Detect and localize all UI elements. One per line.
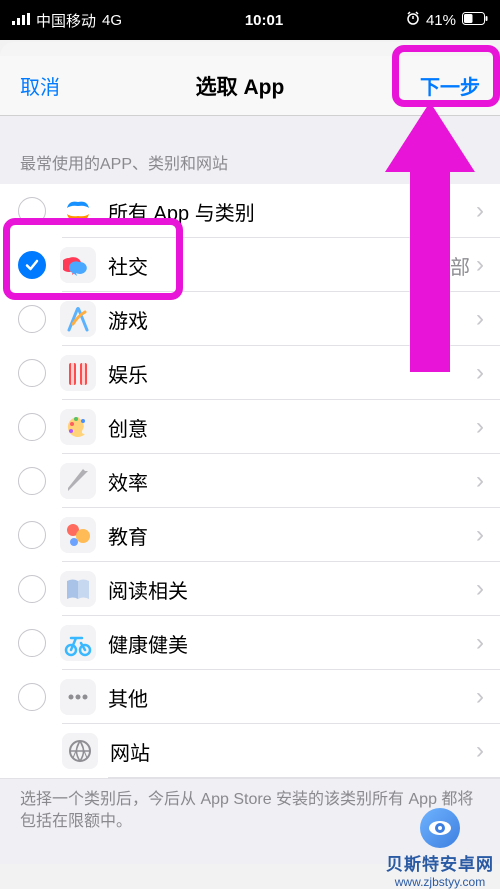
battery-icon [462, 12, 488, 29]
row-label: 所有 App 与类别 [108, 197, 476, 226]
checkbox[interactable] [18, 521, 46, 549]
row-productivity[interactable]: 效率 › [0, 454, 500, 508]
chevron-right-icon: › [476, 413, 484, 441]
entertainment-icon [60, 355, 96, 391]
checkbox[interactable] [18, 413, 46, 441]
chevron-right-icon: › [476, 197, 484, 225]
row-health[interactable]: 健康健美 › [0, 616, 500, 670]
next-button[interactable]: 下一步 [420, 71, 480, 100]
row-label: 创意 [108, 413, 476, 442]
row-detail: 全部 [430, 251, 470, 280]
chevron-right-icon: › [476, 575, 484, 603]
chevron-right-icon: › [476, 521, 484, 549]
checkbox[interactable] [18, 683, 46, 711]
row-games[interactable]: 游戏 › [0, 292, 500, 346]
row-websites[interactable]: 网站 › [0, 724, 500, 778]
apps-icon [60, 193, 96, 229]
row-label: 社交 [108, 251, 430, 280]
row-label: 网站 [110, 737, 476, 766]
network-label: 4G [102, 12, 122, 29]
page-title: 选取 App [196, 71, 285, 101]
checkbox[interactable] [18, 629, 46, 657]
row-label: 阅读相关 [108, 575, 476, 604]
chevron-right-icon: › [476, 737, 484, 765]
reading-icon [60, 571, 96, 607]
chevron-right-icon: › [476, 683, 484, 711]
footer-note: 选择一个类别后，今后从 App Store 安装的该类别所有 App 都将包括在… [0, 778, 500, 864]
chevron-right-icon: › [476, 305, 484, 333]
row-label: 教育 [108, 521, 476, 550]
websites-icon [62, 733, 98, 769]
battery-label: 41% [426, 12, 456, 29]
other-icon [60, 679, 96, 715]
carrier-label: 中国移动 [36, 10, 96, 31]
row-label: 健康健美 [108, 629, 476, 658]
chevron-right-icon: › [476, 467, 484, 495]
category-list: 所有 App 与类别 › 社交 全部 › 游戏 › 娱乐 › 创意 › [0, 184, 500, 778]
time-label: 10:01 [245, 12, 283, 29]
cancel-button[interactable]: 取消 [20, 71, 60, 100]
watermark-url: www.zjbstyy.com [395, 875, 485, 889]
nav-header: 取消 选取 App 下一步 [0, 56, 500, 116]
row-other[interactable]: 其他 › [0, 670, 500, 724]
chevron-right-icon: › [476, 629, 484, 657]
row-all-apps[interactable]: 所有 App 与类别 › [0, 184, 500, 238]
checkbox[interactable] [18, 467, 46, 495]
chevron-right-icon: › [476, 251, 484, 279]
checkbox[interactable] [18, 305, 46, 333]
health-icon [60, 625, 96, 661]
checkbox[interactable] [18, 575, 46, 603]
education-icon [60, 517, 96, 553]
creativity-icon [60, 409, 96, 445]
row-reading[interactable]: 阅读相关 › [0, 562, 500, 616]
row-label: 其他 [108, 683, 476, 712]
games-icon [60, 301, 96, 337]
row-label: 游戏 [108, 305, 476, 334]
row-education[interactable]: 教育 › [0, 508, 500, 562]
row-label: 娱乐 [108, 359, 476, 388]
modal-backdrop [0, 42, 500, 56]
signal-icon [12, 12, 30, 29]
status-bar: 中国移动 4G 10:01 41% [0, 0, 500, 40]
row-creativity[interactable]: 创意 › [0, 400, 500, 454]
row-label: 效率 [108, 467, 476, 496]
productivity-icon [60, 463, 96, 499]
section-header: 最常使用的APP、类别和网站 [0, 116, 500, 184]
row-entertainment[interactable]: 娱乐 › [0, 346, 500, 400]
row-social[interactable]: 社交 全部 › [0, 238, 500, 292]
checkbox[interactable] [18, 251, 46, 279]
chevron-right-icon: › [476, 359, 484, 387]
alarm-icon [406, 11, 420, 29]
social-icon [60, 247, 96, 283]
checkbox[interactable] [18, 359, 46, 387]
checkbox[interactable] [18, 197, 46, 225]
